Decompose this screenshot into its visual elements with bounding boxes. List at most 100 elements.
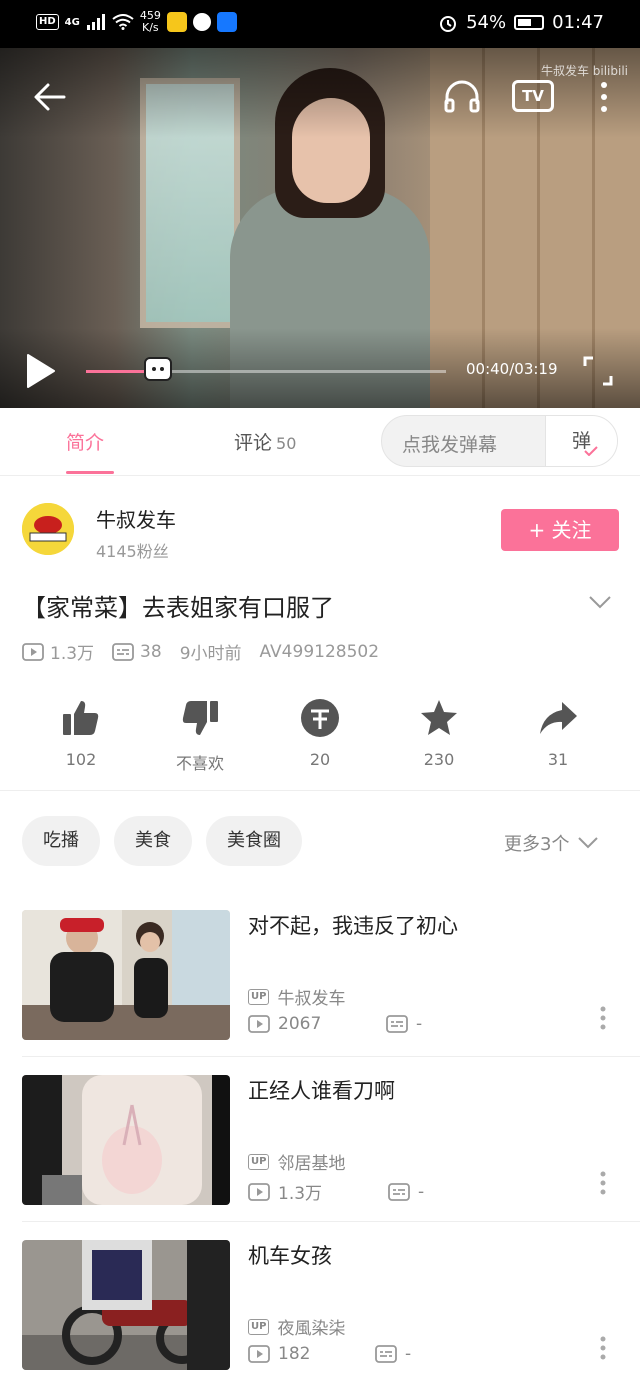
uploader-fans: 4145粉丝 — [96, 542, 169, 561]
tab-intro-label: 简介 — [66, 432, 105, 454]
danmaku-count-icon — [375, 1345, 397, 1363]
thumbs-up-icon — [63, 701, 99, 735]
list-divider — [22, 1221, 640, 1222]
video-player[interactable]: TV 牛叔发车 bilibili 00:40/03:19 — [0, 48, 640, 408]
related-stats: 182 - — [248, 1344, 411, 1364]
up-badge-icon: UP — [248, 1153, 270, 1170]
tag-list: 吃播 美食 美食圈 — [22, 816, 302, 866]
speed-unit: K/s — [142, 21, 159, 34]
related-stats: 1.3万 - — [248, 1179, 424, 1204]
tag-chip[interactable]: 美食圈 — [206, 816, 302, 866]
follow-button[interactable]: + 关注 — [501, 509, 619, 551]
cast-tv-button[interactable]: TV — [512, 80, 554, 112]
battery-percent: 54% — [466, 12, 507, 33]
progress-bar[interactable] — [86, 357, 446, 381]
uploader-name[interactable]: 牛叔发车 — [96, 504, 176, 533]
uploader-avatar[interactable] — [22, 503, 74, 555]
play-icon[interactable] — [26, 353, 56, 389]
related-more-icon[interactable] — [598, 1336, 608, 1360]
share-count: 31 — [547, 750, 569, 769]
network-speed: 459 K/s — [140, 10, 161, 34]
related-title[interactable]: 对不起，我违反了初心 — [248, 910, 458, 940]
related-uploader: UP 牛叔发车 — [248, 984, 345, 1009]
chevron-down-icon — [578, 837, 599, 849]
app-notification-icon — [166, 12, 187, 32]
related-uploader-name: 夜風染柒 — [277, 1319, 346, 1339]
share-arrow-icon — [540, 702, 577, 734]
related-more-icon[interactable] — [598, 1171, 608, 1195]
danmaku-count-icon — [112, 642, 134, 661]
back-arrow-icon[interactable] — [32, 82, 66, 112]
action-bar: 102 不喜欢 20 230 31 — [0, 698, 640, 788]
related-thumbnail[interactable] — [22, 910, 230, 1040]
battery-icon — [514, 15, 545, 30]
video-watermark: 牛叔发车 bilibili — [540, 64, 628, 78]
views-icon — [248, 1015, 270, 1033]
views-icon — [248, 1345, 270, 1363]
video-title: 【家常菜】去表姐家有口服了 — [22, 594, 334, 622]
tag-chip[interactable]: 美食 — [114, 816, 192, 866]
fullscreen-icon[interactable] — [583, 356, 613, 386]
network-indicator: 4G — [64, 16, 80, 28]
related-uploader-name: 牛叔发车 — [277, 989, 346, 1009]
related-title[interactable]: 正经人谁看刀啊 — [248, 1075, 395, 1105]
tab-intro[interactable]: 简介 — [66, 428, 104, 455]
section-divider — [0, 790, 640, 791]
more-tags-label: 更多3个 — [504, 834, 570, 855]
wifi-icon — [112, 14, 134, 30]
like-count: 102 — [65, 750, 97, 769]
danmaku-count-icon — [388, 1182, 410, 1201]
favorite-button[interactable]: 230 — [389, 698, 489, 769]
thumbs-down-icon — [182, 701, 218, 735]
shield-notification-icon — [192, 13, 211, 31]
views-icon — [22, 642, 44, 661]
danmaku-count-icon — [386, 1015, 408, 1033]
dislike-label: 不喜欢 — [175, 754, 224, 773]
view-count: 1.3万 — [50, 644, 95, 664]
related-uploader: UP 夜風染柒 — [248, 1314, 345, 1339]
comments-count: 50 — [276, 434, 297, 453]
danmaku-input[interactable]: 点我发弹幕 弹 — [381, 415, 618, 467]
progress-knob-tv-icon[interactable] — [144, 357, 172, 381]
related-more-icon[interactable] — [598, 1006, 608, 1030]
status-bar: HD 4G 459 K/s 54% 01:47 — [0, 0, 640, 48]
share-button[interactable]: 31 — [508, 698, 608, 769]
headphones-icon[interactable] — [443, 78, 481, 114]
related-views: 2067 — [278, 1014, 322, 1034]
related-thumbnail[interactable] — [22, 1240, 230, 1370]
views-icon — [248, 1182, 270, 1201]
related-title[interactable]: 机车女孩 — [248, 1240, 332, 1270]
related-danmaku: - — [416, 1014, 423, 1034]
coin-icon — [301, 699, 339, 737]
related-video-item[interactable]: 机车女孩 UP 夜風染柒 182 - — [0, 1240, 640, 1386]
hd-indicator: HD — [36, 14, 59, 30]
tag-chip[interactable]: 吃播 — [22, 816, 100, 866]
tv-label: TV — [522, 87, 544, 105]
related-video-item[interactable]: 对不起，我违反了初心 UP 牛叔发车 2067 - — [0, 910, 640, 1075]
related-stats: 2067 - — [248, 1014, 422, 1034]
up-badge-icon: UP — [248, 988, 270, 1005]
active-tab-indicator — [66, 471, 114, 474]
more-tags-button[interactable]: 更多3个 — [504, 830, 599, 856]
star-icon — [421, 700, 457, 735]
list-divider — [22, 1056, 640, 1057]
posted-time: 9小时前 — [179, 644, 242, 664]
video-meta: 1.3万 38 9小时前 AV499128502 — [22, 639, 397, 664]
expand-chevron-icon[interactable] — [588, 594, 612, 610]
related-uploader-name: 邻居基地 — [277, 1154, 346, 1174]
tab-comments[interactable]: 评论 50 — [234, 428, 296, 455]
check-icon — [584, 446, 598, 456]
related-video-item[interactable]: 正经人谁看刀啊 UP 邻居基地 1.3万 - — [0, 1075, 640, 1240]
like-button[interactable]: 102 — [31, 698, 131, 769]
related-views: 182 — [278, 1344, 311, 1364]
signal-icon — [86, 14, 105, 30]
danmaku-toggle-button[interactable]: 弹 — [545, 416, 617, 466]
coin-button[interactable]: 20 — [270, 698, 370, 769]
related-thumbnail[interactable] — [22, 1075, 230, 1205]
more-vertical-icon[interactable] — [598, 80, 610, 114]
dislike-button[interactable]: 不喜欢 — [150, 698, 250, 774]
av-id: AV499128502 — [259, 641, 380, 662]
coin-count: 20 — [309, 750, 331, 769]
alarm-icon — [440, 15, 457, 32]
related-views: 1.3万 — [278, 1184, 323, 1204]
